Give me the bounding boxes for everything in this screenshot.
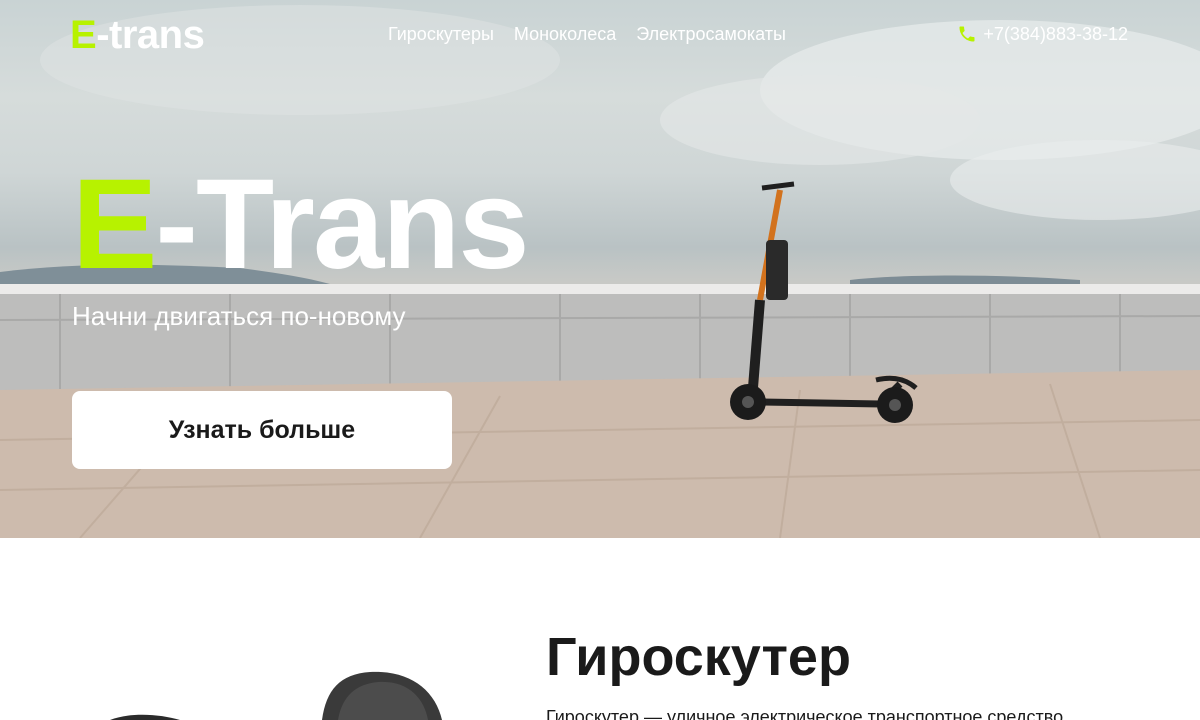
learn-more-button[interactable]: Узнать больше — [72, 391, 452, 469]
hero-section: E-trans Гироскутеры Моноколеса Электроса… — [0, 0, 1200, 538]
section-description: Гироскутер — уличное электрическое транс… — [546, 707, 1064, 720]
phone-number: +7(384)883-38-12 — [983, 24, 1128, 44]
nav-link-gyroscooters[interactable]: Гироскутеры — [388, 22, 494, 46]
nav-link-monowheels[interactable]: Моноколеса — [514, 22, 616, 46]
phone-icon — [959, 26, 975, 42]
section-title: Гироскутер — [546, 627, 851, 687]
phone-contact[interactable]: +7(384)883-38-12 — [957, 22, 1128, 46]
hero-title-text: -Trans — [155, 153, 529, 296]
logo-text: -trans — [96, 13, 205, 57]
hero-subtitle: Начни двигаться по-новому — [72, 301, 406, 331]
hero-title: E-Trans — [72, 150, 530, 300]
nav-link-electric-scooters[interactable]: Электросамокаты — [636, 22, 786, 46]
hero-title-accent: E — [72, 153, 157, 296]
site-logo[interactable]: E-trans — [70, 12, 205, 58]
gyroscooter-image — [110, 671, 442, 720]
logo-accent: E — [70, 13, 97, 57]
main-nav: Гироскутеры Моноколеса Электросамокаты — [388, 22, 786, 46]
